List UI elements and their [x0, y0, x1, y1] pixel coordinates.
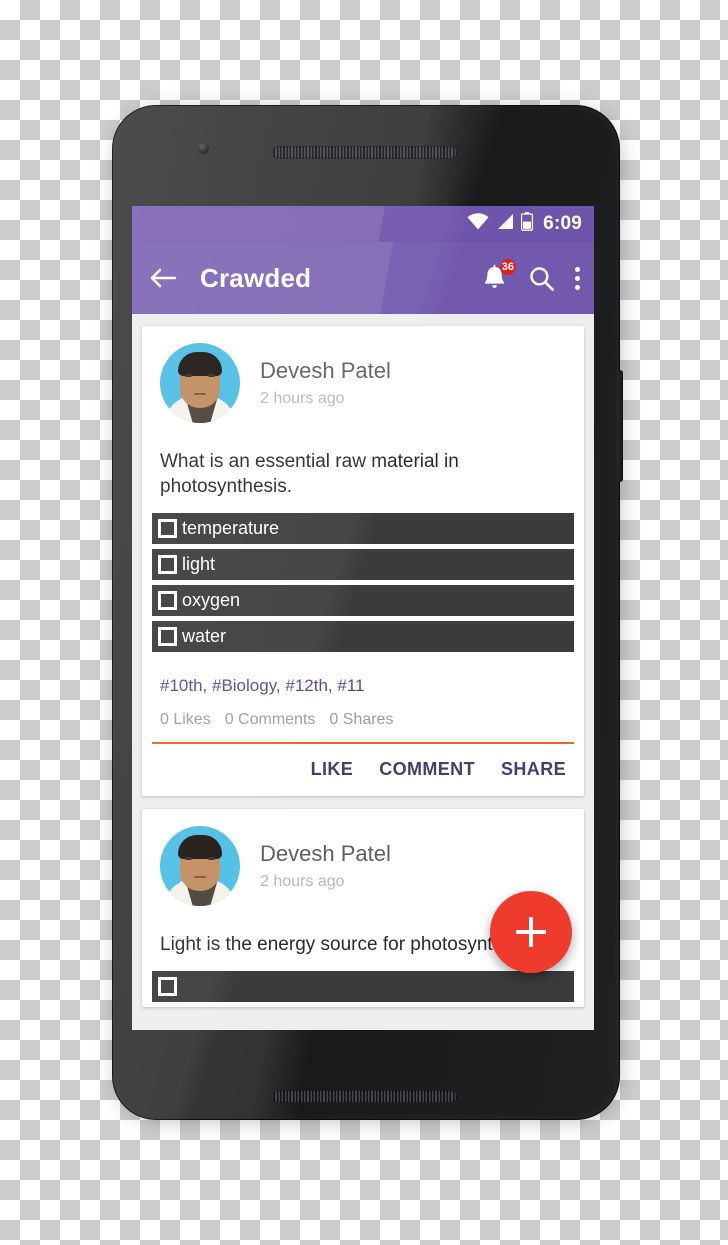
post-header: Devesh Patel 2 hours ago	[142, 326, 584, 429]
poll-option-label: oxygen	[182, 590, 241, 611]
shares-count: 0 Shares	[329, 711, 394, 729]
wifi-icon	[467, 213, 489, 235]
status-bar: 6:09	[132, 206, 594, 242]
battery-icon	[521, 212, 534, 236]
post-stats: 0 Likes 0 Comments 0 Shares	[142, 696, 584, 742]
status-bar-icons: 6:09	[467, 212, 582, 236]
checkbox-icon[interactable]	[158, 627, 177, 647]
phone-screen: 6:09 Crawded 36 Devesh Patel 2 hours ago…	[132, 206, 594, 1030]
bottom-speaker-grille	[272, 1090, 457, 1103]
post-card: Devesh Patel 2 hours ago What is an esse…	[142, 326, 584, 797]
avatar[interactable]	[160, 343, 240, 423]
avatar-eye-left	[185, 857, 192, 861]
page-title: Crawded	[200, 262, 312, 293]
post-author-name[interactable]: Devesh Patel	[260, 841, 391, 867]
avatar-mouth	[194, 393, 206, 395]
post-tags[interactable]: #10th, #Biology, #12th, #11	[142, 657, 584, 696]
earpiece-speaker-grille	[272, 146, 457, 159]
poll-option-temperature[interactable]: temperature	[152, 513, 574, 545]
notifications-button[interactable]: 36	[481, 259, 516, 292]
poll-option-label: temperature	[182, 518, 280, 539]
overflow-dot	[575, 266, 580, 272]
checkbox-icon[interactable]	[158, 519, 177, 539]
overflow-dot	[575, 284, 580, 290]
avatar-eye-right	[208, 374, 215, 377]
poll-option-partial[interactable]	[152, 971, 574, 1003]
poll-options-list: temperature light oxygen water	[142, 513, 584, 653]
poll-option-water[interactable]: water	[152, 621, 574, 653]
overflow-menu-icon	[575, 266, 580, 290]
avatar-eye-left	[185, 374, 192, 377]
post-meta: Devesh Patel 2 hours ago	[260, 358, 391, 408]
post-timestamp: 2 hours ago	[260, 390, 345, 408]
avatar[interactable]	[160, 826, 240, 907]
overflow-dot	[575, 275, 580, 281]
avatar-mouth	[194, 876, 206, 879]
poll-option-light[interactable]: light	[152, 549, 574, 581]
post-question-text: What is an essential raw material in pho…	[160, 451, 459, 498]
post-actions: LIKE COMMENT SHARE	[142, 744, 584, 796]
avatar-hair	[178, 835, 222, 860]
poll-option-oxygen[interactable]: oxygen	[152, 585, 574, 617]
create-post-fab[interactable]	[490, 891, 572, 973]
comment-button[interactable]: COMMENT	[379, 759, 475, 780]
avatar-eye-right	[208, 857, 215, 861]
likes-count: 0 Likes	[160, 711, 211, 729]
overflow-menu-button[interactable]	[575, 266, 580, 290]
front-camera-icon	[198, 143, 209, 154]
avatar-hair	[178, 352, 222, 376]
checkbox-icon[interactable]	[158, 977, 177, 997]
notification-count-badge: 36	[499, 259, 516, 275]
status-bar-clock: 6:09	[543, 213, 582, 234]
bell-icon	[481, 264, 508, 296]
search-icon	[528, 266, 555, 296]
poll-options-list	[142, 971, 584, 1003]
comments-count: 0 Comments	[224, 711, 316, 729]
post-author-name[interactable]: Devesh Patel	[260, 358, 391, 384]
poll-option-label: water	[182, 626, 227, 647]
like-button[interactable]: LIKE	[311, 759, 354, 780]
checkbox-icon[interactable]	[158, 591, 177, 611]
cellular-signal-icon	[496, 213, 514, 235]
post-meta: Devesh Patel 2 hours ago	[260, 841, 391, 891]
share-button[interactable]: SHARE	[501, 759, 566, 780]
power-button[interactable]	[617, 370, 623, 482]
search-button[interactable]	[528, 265, 555, 292]
poll-option-label: light	[182, 554, 216, 575]
back-arrow-icon[interactable]	[149, 266, 177, 290]
post-timestamp: 2 hours ago	[260, 873, 345, 891]
plus-icon	[529, 917, 533, 947]
checkbox-icon[interactable]	[158, 555, 177, 575]
app-bar: Crawded 36	[132, 242, 594, 314]
